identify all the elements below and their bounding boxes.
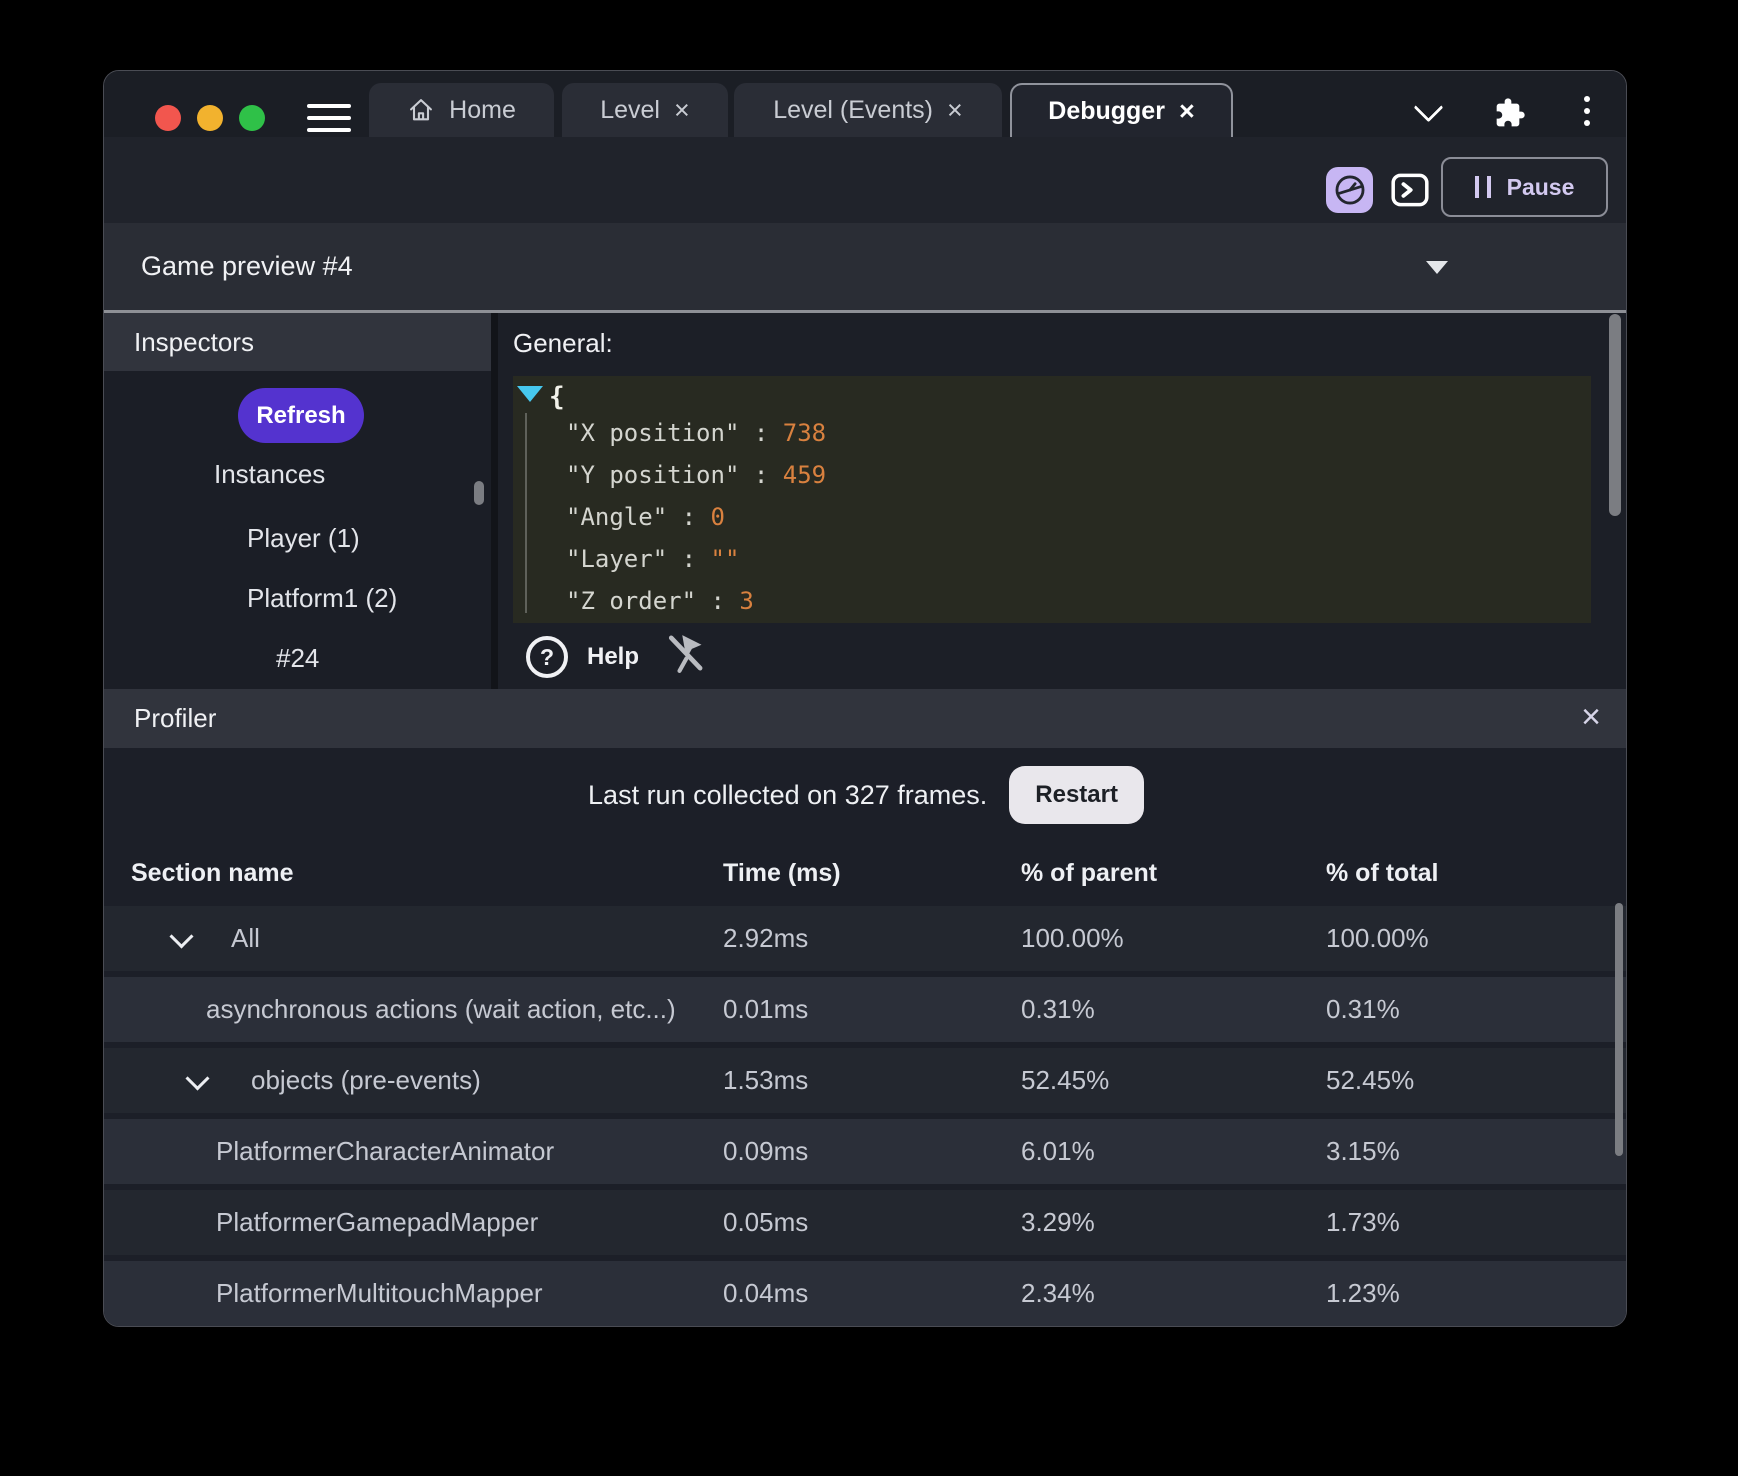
row-pct-total: 1.23% — [1326, 1261, 1400, 1326]
json-line-y-position: "Y position" : 459 — [566, 454, 826, 496]
tab-label: Home — [449, 96, 516, 125]
row-pct-total: 3.15% — [1326, 1119, 1400, 1184]
tree-item-platform1[interactable]: Platform1 (2) — [247, 582, 397, 614]
profiler-panel-header: Profiler — [104, 689, 1627, 748]
json-open-brace: { — [549, 381, 565, 413]
row-time: 0.04ms — [723, 1261, 808, 1326]
profiler-title: Profiler — [134, 703, 216, 733]
row-pct-parent: 0.31% — [1021, 977, 1095, 1042]
menu-icon[interactable] — [307, 104, 351, 133]
column-time: Time (ms) — [723, 846, 841, 900]
close-icon[interactable]: × — [674, 97, 690, 124]
row-time: 1.53ms — [723, 1048, 808, 1113]
row-name: asynchronous actions (wait action, etc..… — [206, 977, 676, 1042]
row-pct-parent: 100.00% — [1021, 906, 1124, 971]
profiler-status-row: Last run collected on 327 frames. Restar… — [104, 764, 1627, 826]
pause-icon — [1475, 176, 1491, 198]
table-row-async-actions[interactable]: asynchronous actions (wait action, etc..… — [104, 977, 1627, 1042]
row-pct-total: 1.73% — [1326, 1190, 1400, 1255]
json-lines: "X position" : 738 "Y position" : 459 "A… — [566, 412, 826, 622]
tree-item-24[interactable]: #24 — [276, 642, 319, 674]
row-pct-parent: 6.01% — [1021, 1119, 1095, 1184]
table-row-character-animator[interactable]: PlatformerCharacterAnimator 0.09ms 6.01%… — [104, 1119, 1627, 1184]
extensions-puzzle-icon[interactable] — [1494, 97, 1526, 134]
row-pct-parent: 52.45% — [1021, 1048, 1109, 1113]
table-row-multitouch-mapper[interactable]: PlatformerMultitouchMapper 0.04ms 2.34% … — [104, 1261, 1627, 1326]
titlebar: Home Level × Level (Events) × Debugger × — [104, 71, 1627, 137]
close-window-button[interactable] — [155, 105, 181, 131]
refresh-button[interactable]: Refresh — [238, 388, 364, 443]
kebab-menu-icon[interactable] — [1584, 96, 1590, 132]
row-time: 2.92ms — [723, 906, 808, 971]
row-pct-parent: 3.29% — [1021, 1190, 1095, 1255]
tab-debugger[interactable]: Debugger × — [1010, 83, 1233, 137]
row-time: 0.01ms — [723, 977, 808, 1042]
general-scrollbar-thumb[interactable] — [1609, 314, 1621, 516]
panel-divider[interactable] — [491, 313, 498, 689]
row-pct-parent: 2.34% — [1021, 1261, 1095, 1326]
restart-button[interactable]: Restart — [1009, 766, 1144, 824]
table-row-all[interactable]: All 2.92ms 100.00% 100.00% — [104, 906, 1627, 971]
tab-level-events[interactable]: Level (Events) × — [734, 83, 1002, 137]
row-pct-total: 0.31% — [1326, 977, 1400, 1042]
tab-label: Level (Events) — [773, 96, 933, 125]
json-line-x-position: "X position" : 738 — [566, 412, 826, 454]
help-icon[interactable]: ? — [526, 636, 568, 678]
collapse-caret-icon[interactable] — [1426, 261, 1448, 274]
game-preview-title: Game preview #4 — [141, 223, 353, 310]
console-icon — [1391, 173, 1429, 207]
question-mark-glyph: ? — [540, 644, 554, 671]
collapse-triangle-icon[interactable] — [517, 386, 543, 402]
tab-level[interactable]: Level × — [562, 83, 728, 137]
column-pct-parent: % of parent — [1021, 846, 1157, 900]
column-section-name: Section name — [131, 846, 294, 900]
row-name: All — [231, 906, 260, 971]
indent-guide — [525, 413, 527, 613]
tab-home[interactable]: Home — [369, 83, 554, 137]
column-pct-total: % of total — [1326, 846, 1439, 900]
general-section-title: General: — [513, 327, 613, 359]
expand-chevron-icon[interactable] — [169, 924, 193, 948]
pause-button[interactable]: Pause — [1441, 157, 1608, 217]
profiler-status-text: Last run collected on 327 frames. — [588, 780, 987, 811]
close-icon[interactable]: × — [947, 97, 963, 124]
json-line-angle: "Angle" : 0 — [566, 496, 826, 538]
debugger-window: Home Level × Level (Events) × Debugger × — [103, 70, 1627, 1327]
inspectors-scrollbar-thumb[interactable] — [474, 481, 484, 505]
json-line-z-order: "Z order" : 3 — [566, 580, 826, 622]
expand-chevron-icon[interactable] — [185, 1066, 209, 1090]
table-row-gamepad-mapper[interactable]: PlatformerGamepadMapper 0.05ms 3.29% 1.7… — [104, 1190, 1627, 1255]
home-icon — [407, 96, 435, 124]
profiler-scrollbar-thumb[interactable] — [1615, 903, 1623, 1156]
row-name: PlatformerMultitouchMapper — [216, 1261, 543, 1326]
row-time: 0.09ms — [723, 1119, 808, 1184]
row-pct-total: 100.00% — [1326, 906, 1429, 971]
unpin-icon[interactable] — [664, 631, 706, 675]
row-name: PlatformerCharacterAnimator — [216, 1119, 554, 1184]
pause-button-label: Pause — [1507, 174, 1575, 201]
help-link[interactable]: Help — [587, 641, 639, 673]
inspectors-panel-header: Inspectors — [104, 313, 491, 371]
json-line-layer: "Layer" : "" — [566, 538, 826, 580]
zoom-window-button[interactable] — [239, 105, 265, 131]
row-pct-total: 52.45% — [1326, 1048, 1414, 1113]
profiler-close-icon[interactable]: × — [1566, 689, 1616, 748]
instance-properties-json: { "X position" : 738 "Y position" : 459 … — [513, 376, 1591, 623]
tab-label: Debugger — [1048, 97, 1165, 126]
console-button[interactable] — [1391, 173, 1429, 207]
chevron-down-icon[interactable] — [1418, 97, 1439, 118]
close-icon[interactable]: × — [1179, 98, 1195, 125]
tree-item-player[interactable]: Player (1) — [247, 522, 360, 554]
row-name: PlatformerGamepadMapper — [216, 1190, 538, 1255]
tree-item-instances[interactable]: Instances — [214, 458, 325, 490]
row-time: 0.05ms — [723, 1190, 808, 1255]
inspectors-title: Inspectors — [134, 327, 254, 357]
tab-label: Level — [600, 96, 660, 125]
table-row-objects-pre-events[interactable]: objects (pre-events) 1.53ms 52.45% 52.45… — [104, 1048, 1627, 1113]
minimize-window-button[interactable] — [197, 105, 223, 131]
row-name: objects (pre-events) — [251, 1048, 481, 1113]
game-preview-header: Game preview #4 — [104, 223, 1627, 313]
profiler-gauge-button[interactable] — [1326, 167, 1373, 213]
gauge-icon — [1333, 173, 1367, 207]
